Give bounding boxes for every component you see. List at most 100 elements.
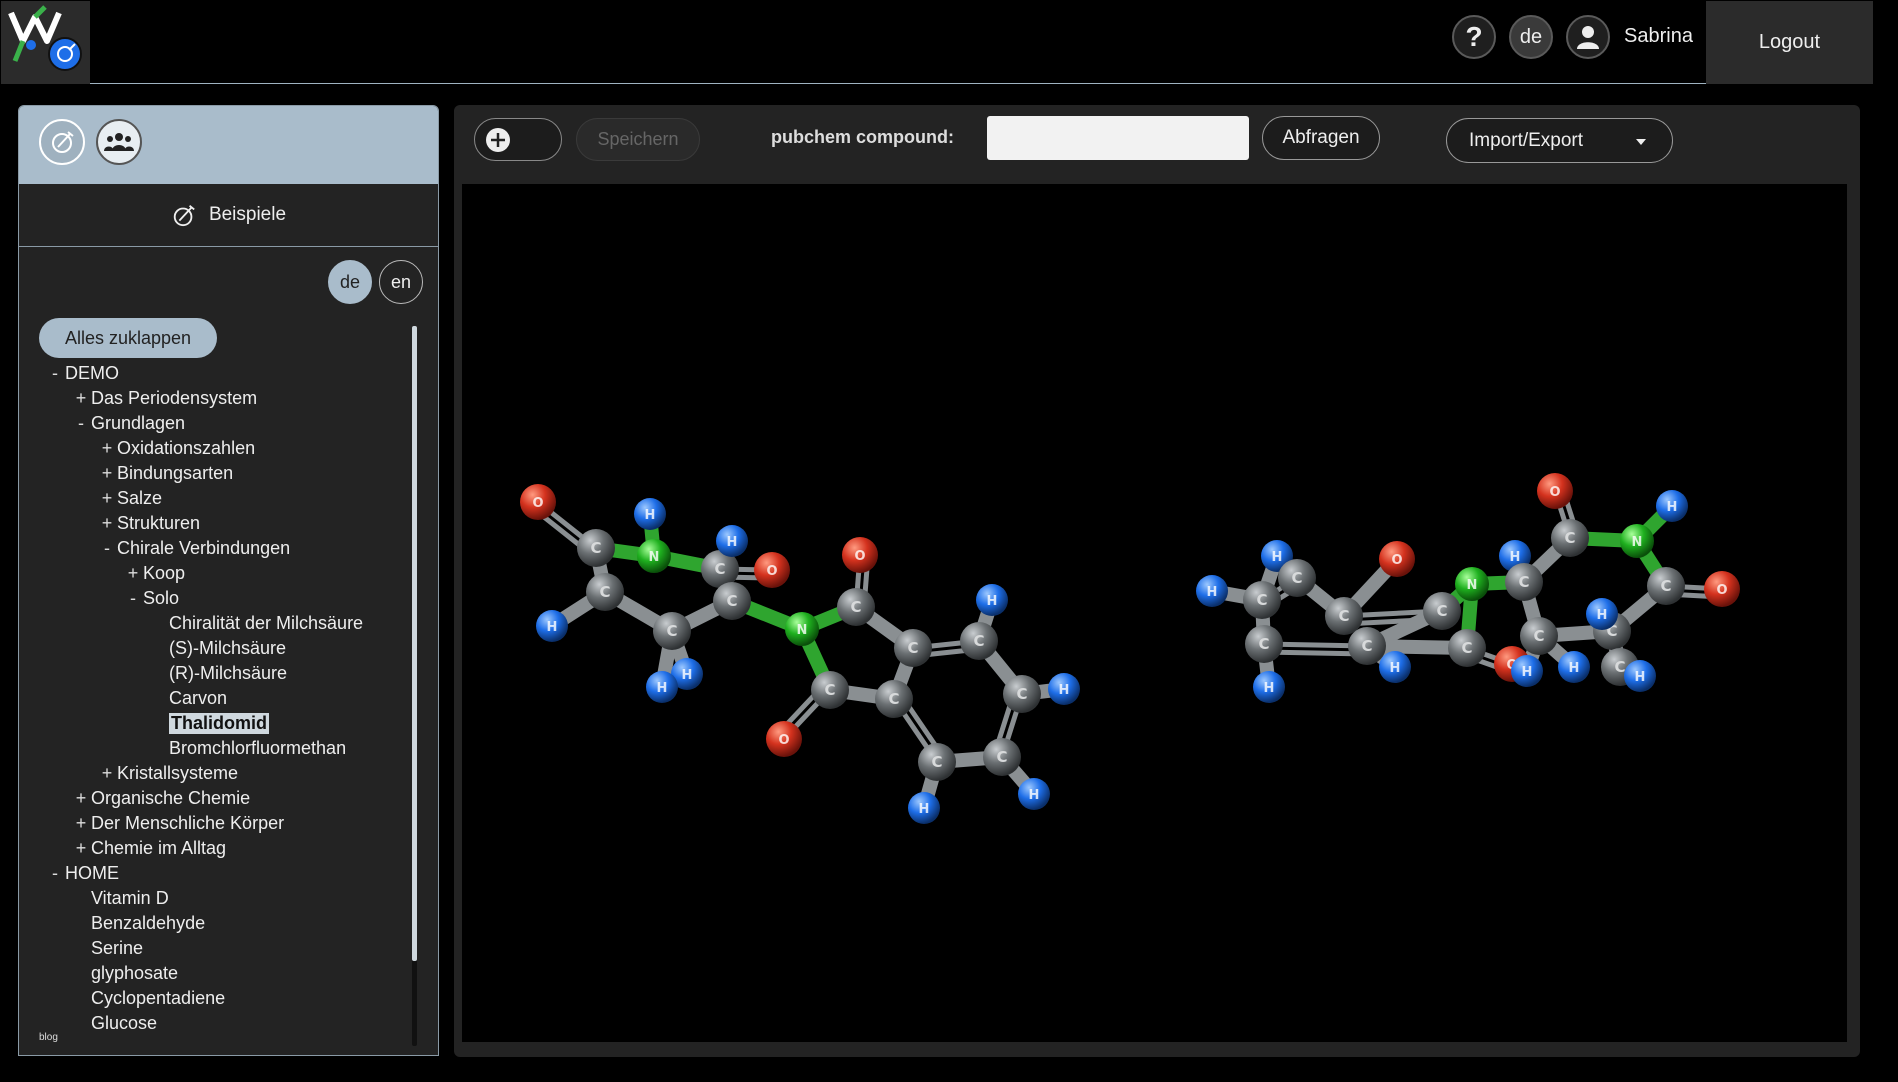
atom-label: C (824, 681, 835, 699)
import-export-label: Import/Export (1469, 129, 1584, 151)
tree-item[interactable]: Thalidomid (149, 711, 269, 736)
atom-label: C (1258, 635, 1269, 653)
collapse-toggle[interactable]: - (97, 538, 117, 559)
atom-label: H (1059, 683, 1070, 698)
molecule-3d-viewer[interactable]: OCNHCHOCHCHHCNCOCOCCCHCHCHCHHCHCCHCOCHCN… (462, 184, 1847, 1042)
expand-toggle[interactable]: + (97, 438, 117, 459)
atom-label: C (1291, 569, 1302, 587)
atom-label: H (919, 802, 930, 817)
chevron-down-icon (1636, 139, 1646, 145)
atom-label: C (996, 748, 1007, 766)
collapse-toggle[interactable]: - (45, 363, 65, 384)
tree-scrollbar[interactable] (412, 326, 417, 1046)
tree-item-label: Solo (143, 588, 180, 608)
expand-toggle[interactable]: + (71, 813, 91, 834)
atom-label: H (657, 681, 668, 696)
tree-item-label: Serine (91, 938, 144, 958)
tree-item[interactable]: + Bindungsarten (97, 461, 233, 486)
groups-tab-button[interactable] (96, 119, 142, 165)
tree-item[interactable]: Benzaldehyde (71, 911, 205, 936)
collapse-toggle[interactable]: - (45, 863, 65, 884)
header-divider (90, 83, 1706, 84)
language-de-button[interactable]: de (328, 260, 372, 304)
expand-toggle[interactable]: + (71, 788, 91, 809)
tree-item[interactable]: Chiralität der Milchsäure (149, 611, 363, 636)
username: Sabrina (1624, 25, 1693, 47)
logout-button[interactable]: Logout (1706, 1, 1873, 84)
atom-label: C (666, 622, 677, 640)
tree-item[interactable]: Vitamin D (71, 886, 169, 911)
collapse-toggle[interactable]: - (123, 588, 143, 609)
pubchem-compound-input[interactable] (987, 116, 1249, 160)
tree-item-label: (S)-Milchsäure (169, 638, 287, 658)
tree-item-label: Oxidationszahlen (117, 438, 256, 458)
expand-toggle[interactable]: + (97, 488, 117, 509)
scrollbar-thumb[interactable] (412, 326, 417, 961)
query-button[interactable]: Abfragen (1262, 116, 1380, 160)
tree-item[interactable]: + Organische Chemie (71, 786, 250, 811)
collapse-all-button[interactable]: Alles zuklappen (39, 318, 217, 358)
tree-item[interactable]: + Der Menschliche Körper (71, 811, 284, 836)
tree-item[interactable]: - Chirale Verbindungen (97, 536, 290, 561)
tree-item[interactable]: + Koop (123, 561, 185, 586)
tree-item[interactable]: Serine (71, 936, 143, 961)
collapse-toggle[interactable]: - (71, 413, 91, 434)
app-logo[interactable] (1, 1, 90, 84)
tree-item[interactable]: - Grundlagen (71, 411, 185, 436)
pubchem-label: pubchem compound: (771, 127, 954, 147)
tree-item[interactable]: - Solo (123, 586, 179, 611)
tree-item[interactable]: + Das Periodensystem (71, 386, 257, 411)
import-export-dropdown[interactable]: Import/Export (1446, 118, 1673, 163)
tree-item-label: (R)-Milchsäure (169, 663, 288, 683)
language-button[interactable]: de (1509, 15, 1553, 59)
thalidomide-model[interactable]: OCNHCHOCH CHHCNCOCOCC CHC HCHCHH CHCCHCOCHCN… (462, 184, 1847, 1042)
group-icon (104, 133, 134, 151)
user-account-button[interactable] (1566, 15, 1610, 59)
tree-item[interactable]: (S)-Milchsäure (149, 636, 286, 661)
atom-label: C (1518, 573, 1529, 591)
tree-item[interactable]: + Kristallsysteme (97, 761, 238, 786)
expand-toggle[interactable]: + (71, 388, 91, 409)
add-button[interactable] (474, 118, 562, 161)
tree-item[interactable]: + Salze (97, 486, 162, 511)
tree-item-label: Koop (143, 563, 186, 583)
atom-label: C (726, 592, 737, 610)
panel-header (19, 106, 438, 184)
tree-item[interactable]: + Chemie im Alltag (71, 836, 226, 861)
atom-label: N (797, 623, 808, 638)
help-button[interactable]: ? (1452, 15, 1496, 59)
atom-label: C (1533, 627, 1544, 645)
expand-toggle[interactable]: + (123, 563, 143, 584)
save-button[interactable]: Speichern (576, 118, 700, 161)
tree-item[interactable]: + Oxidationszahlen (97, 436, 255, 461)
examples-tab-button[interactable] (39, 119, 85, 165)
atom-label: C (590, 539, 601, 557)
tree-item[interactable]: Glucose (71, 1011, 157, 1036)
atom-label: C (931, 753, 942, 771)
atom-label: H (1667, 500, 1678, 515)
atom-label: H (645, 508, 656, 523)
tree-item-label: Das Periodensystem (91, 388, 258, 408)
tree-item-label: HOME (65, 863, 119, 883)
atom-label: H (1597, 608, 1608, 623)
tree-item[interactable]: Carvon (149, 686, 227, 711)
blog-link[interactable]: blog (39, 1032, 58, 1043)
tree-item[interactable]: (R)-Milchsäure (149, 661, 287, 686)
atom-label: H (547, 620, 558, 635)
flask-pencil-icon (52, 131, 74, 153)
tree-item[interactable]: - HOME (45, 861, 119, 886)
expand-toggle[interactable]: + (97, 763, 117, 784)
tree-item[interactable]: + Strukturen (97, 511, 200, 536)
tree-item[interactable]: Bromchlorfluormethan (149, 736, 346, 761)
expand-toggle[interactable]: + (71, 838, 91, 859)
tree-item[interactable]: glyphosate (71, 961, 178, 986)
atom-label: C (714, 560, 725, 578)
language-en-button[interactable]: en (379, 260, 423, 304)
expand-toggle[interactable]: + (97, 463, 117, 484)
expand-toggle[interactable]: + (97, 513, 117, 534)
tree-item-label: Chiralität der Milchsäure (169, 613, 364, 633)
tree-item-label: DEMO (65, 363, 119, 383)
atom-label: H (1510, 550, 1521, 565)
tree-item[interactable]: - DEMO (45, 361, 119, 386)
tree-item[interactable]: Cyclopentadiene (71, 986, 225, 1011)
